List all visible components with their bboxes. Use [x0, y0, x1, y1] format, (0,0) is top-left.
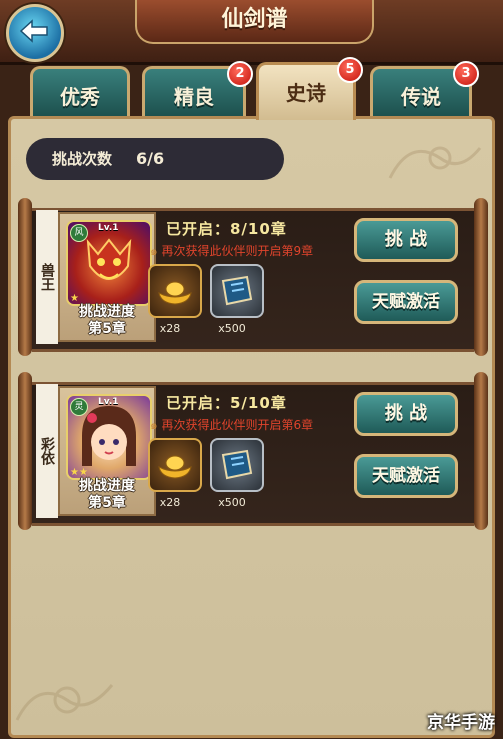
challenge-count-bar: 挑战次数 6/6: [26, 138, 284, 180]
progress-label: 挑战进度: [79, 478, 135, 494]
notification-badge: 5: [337, 57, 363, 83]
opened-chapters: 已开启：5/10章: [166, 394, 287, 412]
notification-badge: 3: [453, 61, 479, 87]
gold-ingot-icon: [158, 455, 192, 479]
skill-book-item[interactable]: [210, 264, 264, 318]
scroll-rod: [18, 198, 32, 356]
scroll-rod: [474, 372, 488, 530]
dragon-portrait: Lv.1 风 ★: [66, 220, 152, 306]
notification-badge: 2: [227, 61, 253, 87]
partner-name: 兽王: [36, 210, 58, 344]
star-rating: ★: [70, 293, 79, 304]
unlock-hint-text: 再次获得此伙伴则开启第9章: [161, 244, 314, 258]
partner-card: 兽王 Lv.1 风 ★ 挑战进度 第5章 已开启：8/10章 ๑ 再次获得此伙伴…: [18, 198, 488, 356]
swirl-bullet-icon: ๑: [150, 244, 158, 258]
gold-ingot-item[interactable]: [148, 264, 202, 318]
tab-epic[interactable]: 史诗 5: [256, 57, 363, 120]
element-badge: 风: [70, 224, 88, 242]
skill-book-icon: [221, 275, 253, 306]
page-title: 仙剑谱: [135, 0, 374, 44]
element-badge: 灵: [70, 398, 88, 416]
star-rating: ★★: [70, 467, 88, 478]
skill-book-item[interactable]: [210, 438, 264, 492]
tab-excellent[interactable]: 优秀: [30, 66, 130, 116]
cloud-pattern-icon: [15, 684, 114, 721]
tab-legend[interactable]: 传说 3: [370, 61, 479, 116]
challenge-count-value: 6/6: [136, 149, 165, 168]
back-arrow-icon: [19, 19, 48, 43]
level-label: Lv.1: [98, 223, 119, 233]
item-count: x28: [159, 496, 181, 509]
scroll-rod: [18, 372, 32, 530]
challenge-button[interactable]: 挑 战: [354, 218, 458, 262]
challenge-count-label: 挑战次数: [52, 150, 113, 168]
tab-fine[interactable]: 精良 2: [142, 61, 253, 116]
cloud-pattern-icon: [388, 146, 482, 179]
back-button[interactable]: [6, 4, 64, 62]
challenge-button[interactable]: 挑 战: [354, 392, 458, 436]
unlock-hint-text: 再次获得此伙伴则开启第6章: [161, 418, 314, 432]
partner-name: 彩依: [36, 384, 58, 518]
item-count: x28: [159, 322, 181, 335]
tab-label: 精良: [174, 85, 214, 109]
swirl-bullet-icon: ๑: [150, 418, 158, 432]
level-label: Lv.1: [98, 397, 119, 407]
top-bar: 仙剑谱: [0, 0, 503, 65]
skill-book-icon: [221, 449, 253, 480]
partner-card: 彩依 Lv.1 灵 ★★ 挑战进度 第5章 已开启：5/10章 ๑ 再次获得此伙…: [18, 372, 488, 530]
watermark: 京华手游: [427, 713, 495, 733]
gold-ingot-item[interactable]: [148, 438, 202, 492]
opened-chapters: 已开启：8/10章: [166, 220, 287, 238]
gold-ingot-icon: [158, 281, 192, 305]
unlock-hint: ๑ 再次获得此伙伴则开启第9章: [150, 242, 313, 261]
girl-portrait: Lv.1 灵 ★★: [66, 394, 152, 480]
tab-label: 史诗: [286, 81, 326, 105]
unlock-hint: ๑ 再次获得此伙伴则开启第6章: [150, 416, 313, 435]
progress-label: 挑战进度: [79, 304, 135, 320]
item-count: x500: [218, 322, 246, 335]
talent-activate-button[interactable]: 天赋激活: [354, 454, 458, 498]
scroll-rod: [474, 198, 488, 356]
item-count: x500: [218, 496, 246, 509]
tab-label: 优秀: [60, 85, 100, 109]
tab-label: 传说: [401, 85, 441, 109]
talent-activate-button[interactable]: 天赋激活: [354, 280, 458, 324]
